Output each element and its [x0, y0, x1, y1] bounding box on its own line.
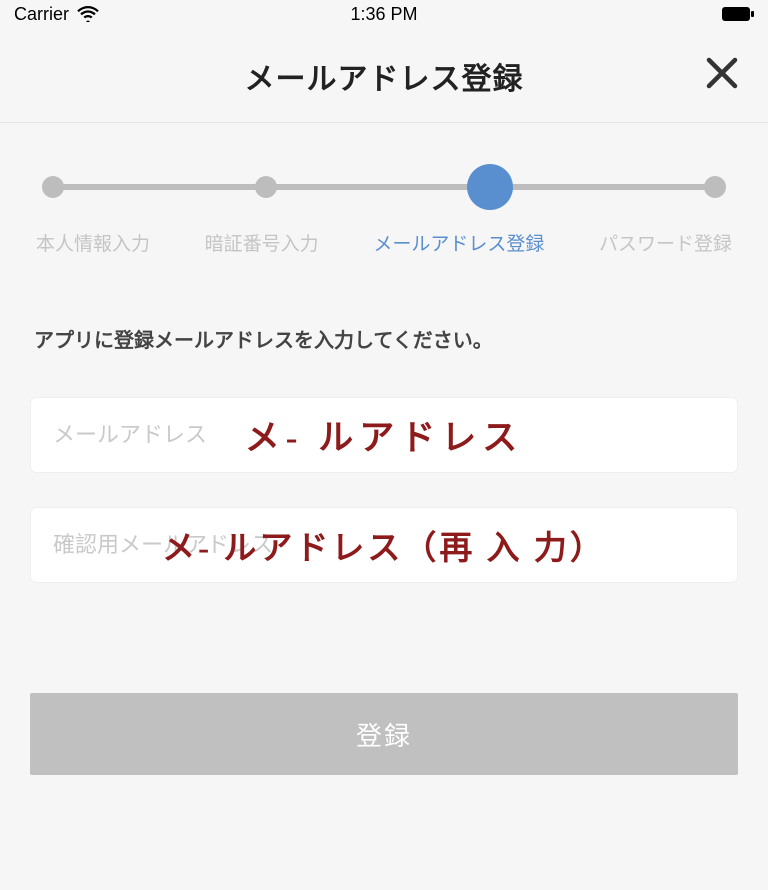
progress-step-4-label: パスワード登録 — [599, 229, 732, 256]
progress-step-3-label: メールアドレス登録 — [373, 229, 544, 256]
progress-track — [42, 163, 726, 211]
status-left: Carrier — [14, 4, 99, 25]
status-bar: Carrier 1:36 PM — [0, 0, 768, 28]
email-form: メ- ルアドレス メ- ルアドレス（再 入 力） — [0, 363, 768, 583]
status-right — [722, 7, 754, 21]
battery-icon — [722, 7, 754, 21]
progress-line — [52, 184, 716, 190]
progress-step-1-label: 本人情報入力 — [36, 229, 150, 256]
page-title: メールアドレス登録 — [245, 54, 524, 98]
progress-step-2-dot — [255, 176, 277, 198]
progress-labels: 本人情報入力 暗証番号入力 メールアドレス登録 パスワード登録 — [36, 229, 732, 256]
progress-step-4-dot — [704, 176, 726, 198]
close-icon — [705, 56, 739, 95]
instruction-text: アプリに登録メールアドレスを入力してください。 — [0, 274, 768, 363]
progress-step-1-dot — [42, 176, 64, 198]
submit-button[interactable]: 登録 — [30, 693, 738, 775]
wifi-icon — [77, 6, 99, 22]
page-header: メールアドレス登録 — [0, 28, 768, 123]
progress-step-3-dot — [467, 164, 513, 210]
email-confirm-input-group: メ- ルアドレス（再 入 力） — [30, 507, 738, 583]
submit-wrap: 登録 — [0, 617, 768, 775]
email-input-group: メ- ルアドレス — [30, 397, 738, 473]
close-button[interactable] — [700, 53, 744, 97]
status-time: 1:36 PM — [350, 4, 417, 25]
progress-indicator: 本人情報入力 暗証番号入力 メールアドレス登録 パスワード登録 — [0, 123, 768, 274]
email-confirm-field[interactable] — [30, 507, 738, 583]
carrier-label: Carrier — [14, 4, 69, 25]
progress-step-2-label: 暗証番号入力 — [205, 229, 319, 256]
email-field[interactable] — [30, 397, 738, 473]
